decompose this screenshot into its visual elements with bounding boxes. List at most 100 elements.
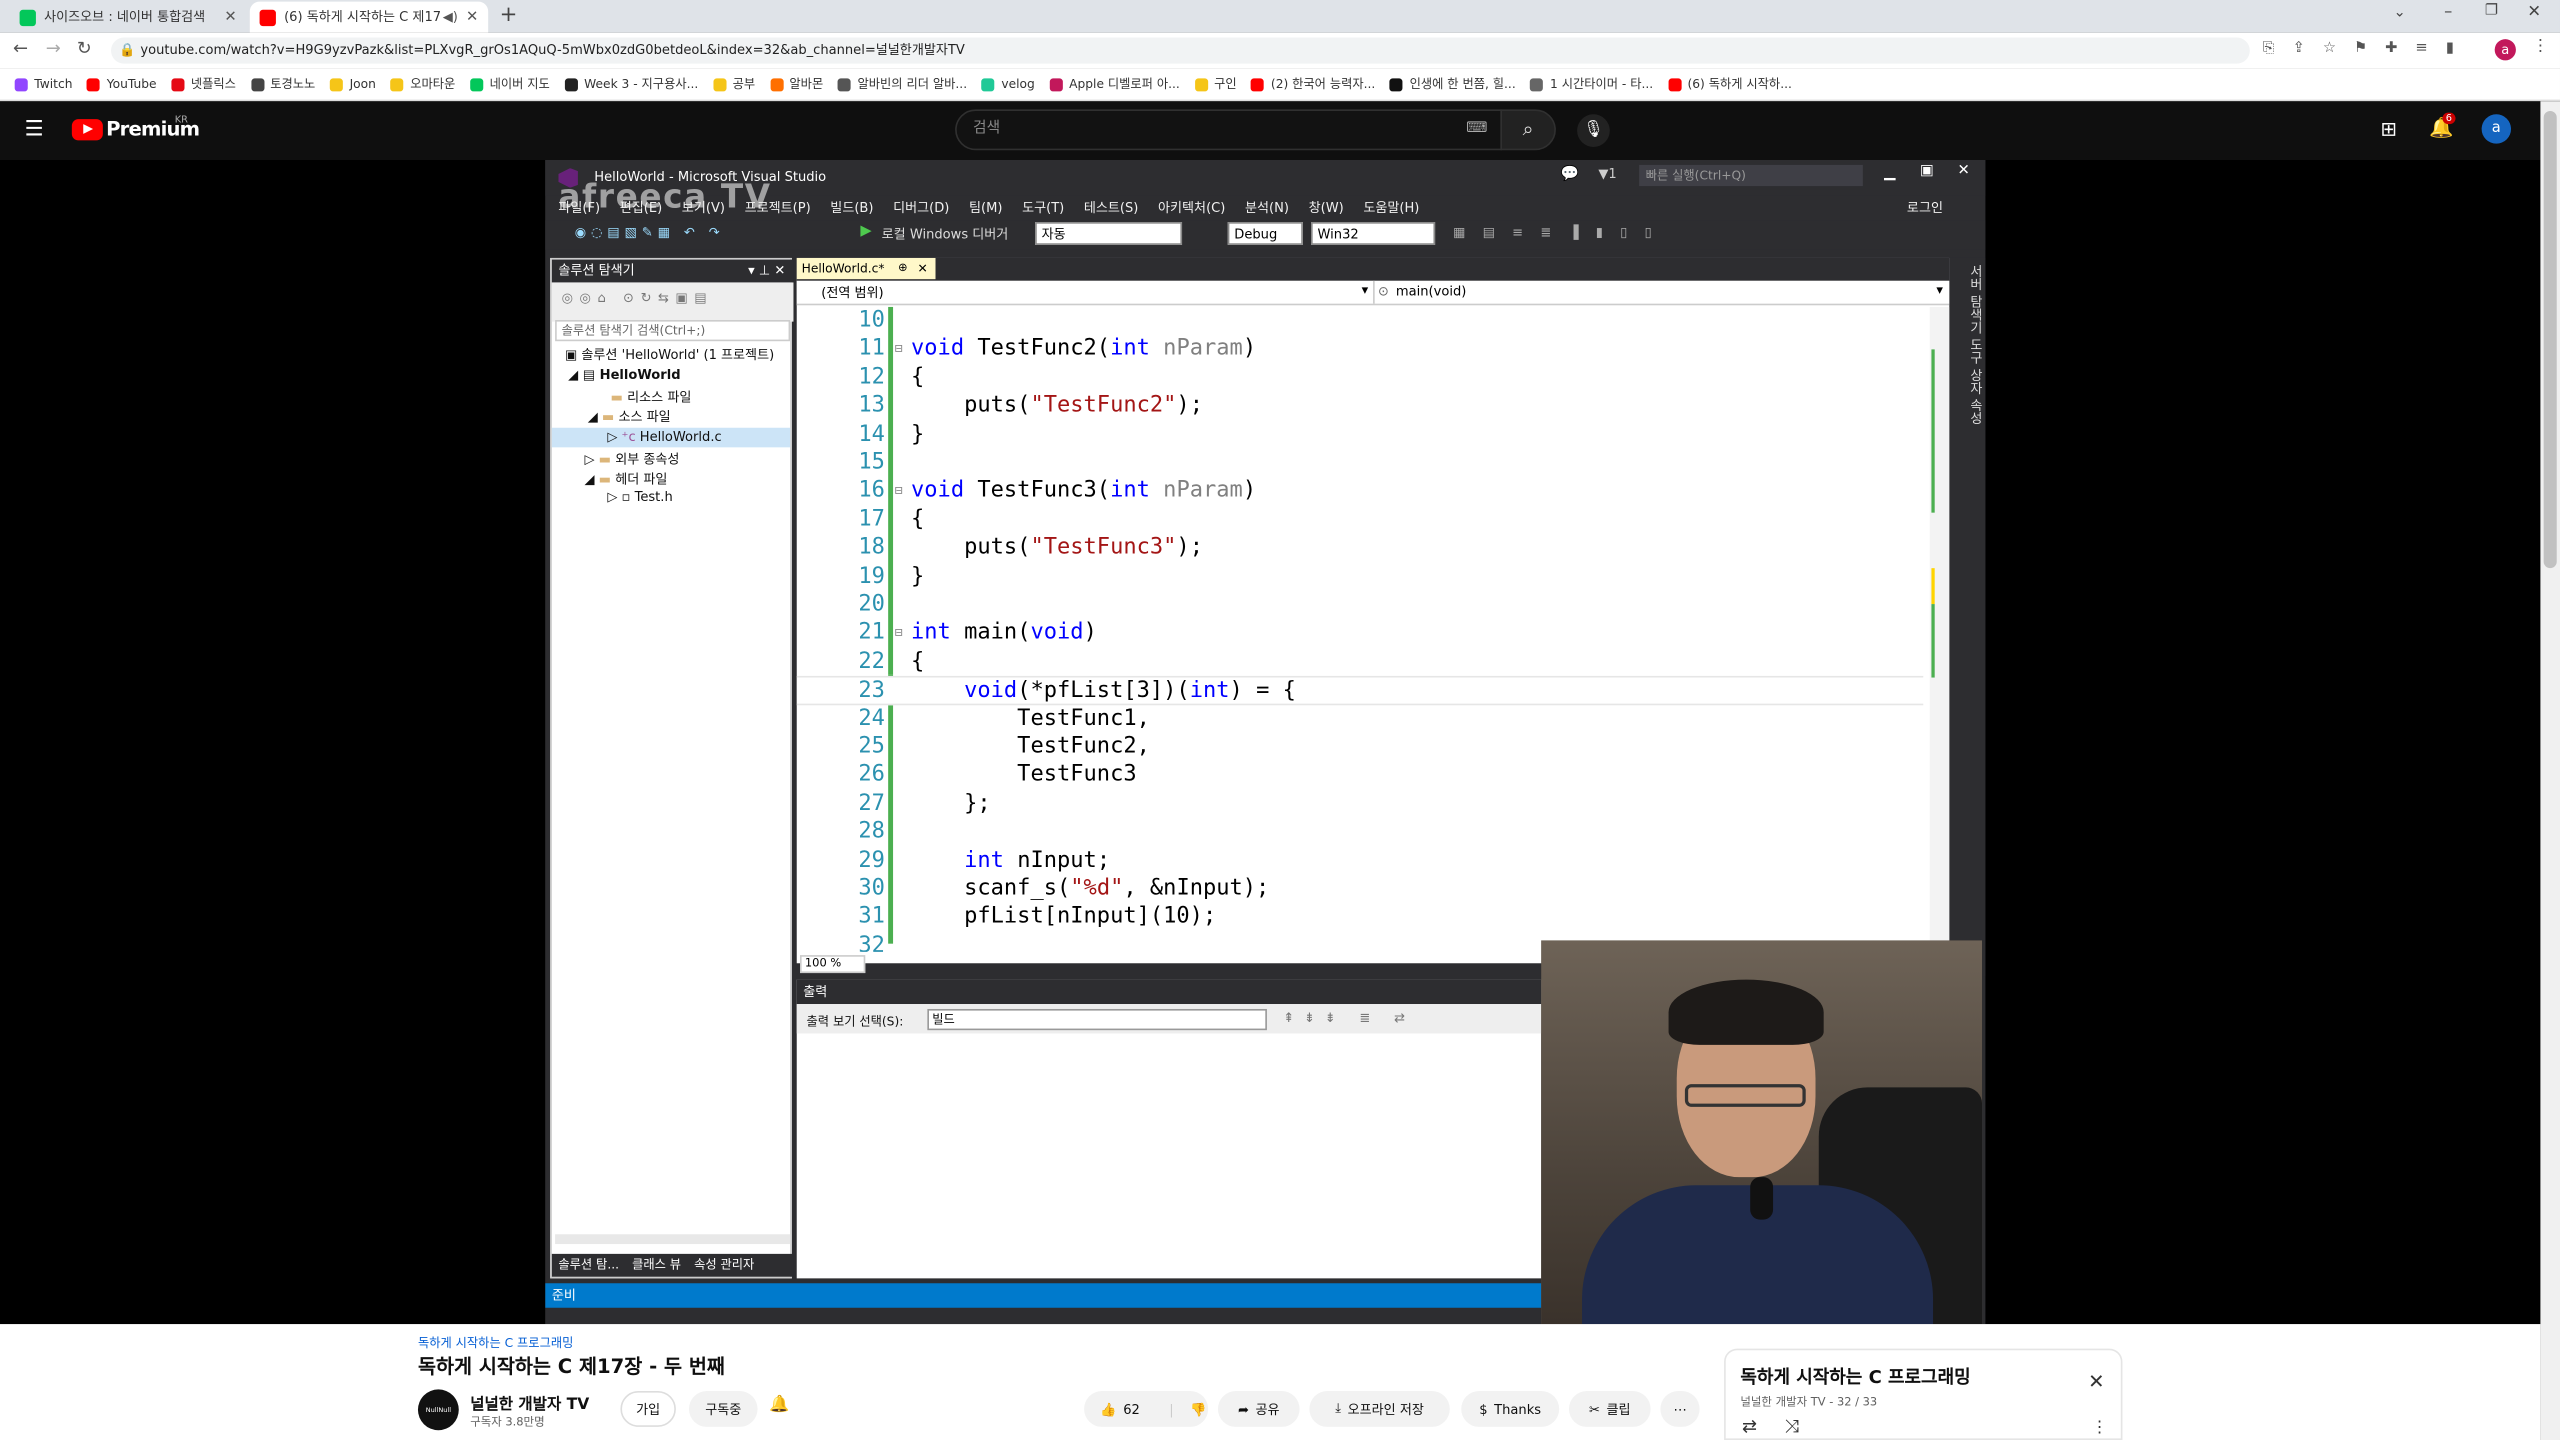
puzzle-icon[interactable]: ✚ [2385,41,2397,57]
address-bar-row: ← → ↻ 🔒 youtube.com/watch?v=H9G9yzvPazk&… [0,32,2560,69]
profile-avatar[interactable]: a [2494,39,2516,61]
bookmark-item[interactable]: 오마타운 [390,75,455,93]
forward-icon[interactable]: → [46,38,61,59]
bookmark-icon [87,77,101,91]
playlist-more-icon[interactable]: ⋮ [2091,1419,2107,1437]
media-icon[interactable]: ≡ [2415,41,2427,57]
sidebar-icon[interactable]: ▮ [2446,41,2454,57]
bookmark-item[interactable]: 토경노노 [250,75,315,93]
bookmark-item[interactable]: Twitch [14,77,72,91]
bookmark-item[interactable]: 알바몬 [769,75,824,93]
thumbs-down-icon[interactable]: 👎 [1190,1402,1206,1417]
code-text: void TestFunc2(int nParam) [911,335,1257,362]
browser-tab-naver[interactable]: 사이즈오브 : 네이버 통합검색 ✕ [10,2,247,33]
install-icon[interactable]: ⎘ [2263,41,2275,57]
bookmark-label: (6) 독하게 시작하... [1687,76,1792,92]
line-number: 20 [858,591,885,618]
bookmark-item[interactable]: YouTube [87,76,157,92]
toolbar-icons: ◉◌▤▧✎▦ ↶ ↷ [574,225,725,240]
search-button[interactable]: ⌕ [1500,109,1556,151]
extension-icon[interactable]: ⚑ [2354,41,2367,57]
code-text: } [911,420,925,447]
voice-search-icon[interactable]: 🎙 [1577,114,1610,147]
join-button[interactable]: 가입 [620,1391,676,1427]
browser-tab-youtube[interactable]: (6) 독하게 시작하는 C 제17 ◀) ✕ [249,1,489,33]
bookmark-label: YouTube [106,76,157,92]
tab-search-icon[interactable]: ⌄ [2393,5,2405,21]
star-icon[interactable]: ☆ [2323,41,2336,57]
tab-title: 사이즈오브 : 네이버 통합검색 [44,9,206,25]
bookmark-item[interactable]: 인생에 한 번쯤, 힐... [1390,75,1516,93]
feedback-icon: 💬 [1560,166,1580,183]
bookmark-item[interactable]: Joon [329,76,376,92]
bell-icon[interactable]: 🔔 [769,1396,789,1414]
line-number: 10 [858,306,885,334]
download-button[interactable]: ⤓ 오프라인 저장 [1309,1391,1450,1427]
close-icon[interactable]: ✕ [224,9,236,25]
more-actions-button[interactable]: ⋯ [1660,1391,1700,1427]
shuffle-icon[interactable]: ⤨ [1784,1416,1798,1439]
fold-icon: ⊟ [894,341,903,357]
page-scrollbar[interactable] [2540,101,2560,1440]
subscribed-button[interactable]: 구독중 [688,1391,758,1427]
kebab-menu-icon[interactable]: ⋮ [2532,38,2548,56]
vs-close-icon: ✕ [1957,163,1970,180]
tab-title: (6) 독하게 시작하는 C 제17 [284,9,442,25]
url-input[interactable]: 🔒 youtube.com/watch?v=H9G9yzvPazk&list=P… [111,37,2250,64]
back-icon[interactable]: ← [13,38,28,59]
bookmark-item[interactable]: 구인 [1194,75,1237,93]
clip-button[interactable]: ✂ 클립 [1568,1391,1651,1427]
new-tab-icon[interactable]: + [500,3,518,27]
code-text: TestFunc3 [911,761,1137,788]
playlist-meta: 널널한 개발자 TV - 32 / 33 [1740,1395,1878,1409]
bookmark-item[interactable]: Week 3 - 지구용사... [564,75,698,93]
bookmark-icon [564,77,578,91]
bookmark-label: Joon [349,76,376,92]
loop-icon[interactable]: ⇄ [1742,1416,1757,1437]
tree-helloworld-c: ▷ ⁺c HelloWorld.c [607,429,722,445]
line-number: 31 [858,903,885,930]
run-icon: ▶ [860,223,872,240]
share-button[interactable]: ➦ 공유 [1217,1391,1300,1427]
bookmark-item[interactable]: Apple 디벨로퍼 아... [1049,75,1180,93]
thanks-button[interactable]: $ Thanks [1461,1391,1560,1427]
bookmark-item[interactable]: 알바빈의 리더 알바... [837,75,967,93]
editor-tab: HelloWorld.c* ⊕ ✕ [796,257,936,280]
reload-icon[interactable]: ↻ [77,38,92,59]
youtube-search-input[interactable]: 검색 ⌨ [955,109,1503,151]
bookmark-label: 알바몬 [789,76,824,92]
bookmark-item[interactable]: (2) 한국어 능력자... [1251,75,1375,93]
code-text: int main(void) [911,619,1097,646]
solution-explorer-title: 솔루션 탐색기 ▾ ⊥ ✕ [551,259,794,283]
bookmark-item[interactable]: 공부 [712,75,755,93]
youtube-icon [259,8,276,26]
code-text: puts("TestFunc2"); [911,392,1203,419]
more-icon: ⋯ [1673,1401,1687,1417]
tree-resource-files: ▬ 리소스 파일 [610,390,692,405]
user-avatar[interactable]: a [2481,114,2512,144]
bookmark-item[interactable]: (6) 독하게 시작하... [1667,75,1792,93]
playlist-close-icon[interactable]: ✕ [2088,1370,2104,1393]
solution-explorer: 솔루션 탐색기 ▾ ⊥ ✕ ◎◎⌂ ⊙↻⇆▣▤ 솔루션 탐색기 검색(Ctrl+… [550,257,794,1279]
youtube-logo-icon[interactable] [71,119,103,141]
bookmark-item[interactable]: 1 시간타이머 - 타... [1530,75,1653,93]
keyboard-icon[interactable]: ⌨ [1466,111,1487,149]
close-icon[interactable]: ✕ [466,9,478,25]
window-close-icon[interactable]: ✕ [2527,3,2541,21]
restore-icon[interactable]: ❐ [2485,3,2498,19]
bookmark-item[interactable]: 넷플릭스 [171,75,236,93]
bookmark-item[interactable]: 네이버 지도 [469,75,550,93]
channel-name[interactable]: 널널한 개발자 TV [470,1391,589,1414]
create-video-icon[interactable]: ⊞ [2380,118,2396,141]
bookmark-item[interactable]: velog [981,77,1035,91]
share-icon[interactable]: ⇪ [2293,41,2305,57]
like-button[interactable]: 👍 62 | 👎 [1084,1391,1209,1427]
tab-close-icon: ✕ [917,261,928,276]
code-line: 16 void TestFunc3(int nParam) ⊟ [797,477,1924,505]
bookmark-icon [171,77,185,91]
playlist-link[interactable]: 독하게 시작하는 C 프로그래밍 [418,1334,573,1352]
channel-avatar[interactable]: NullNull [417,1389,459,1431]
region-label: KR [174,114,188,126]
hamburger-menu-icon[interactable]: ☰ [24,118,43,142]
minimize-icon[interactable]: – [2444,3,2452,21]
